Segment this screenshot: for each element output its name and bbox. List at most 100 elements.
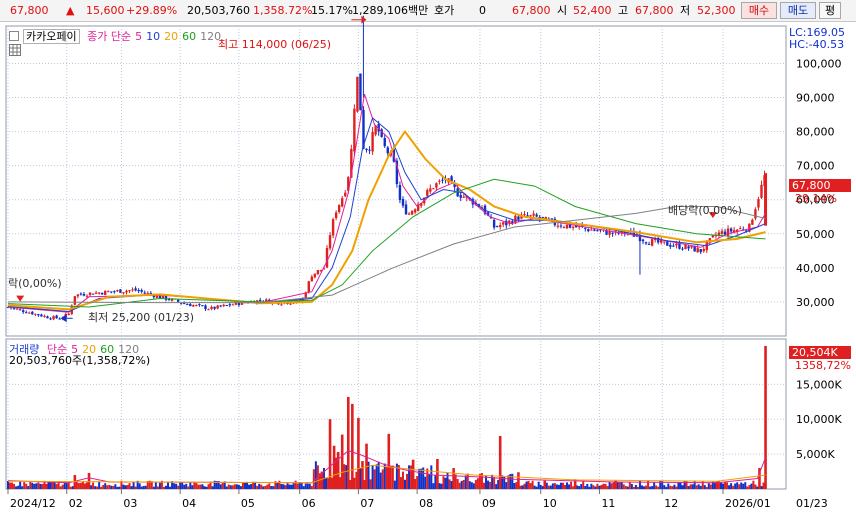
candle-down — [687, 246, 690, 249]
volume-bar — [31, 482, 34, 489]
volume-bar — [185, 483, 188, 489]
volume-bar — [201, 484, 204, 489]
candle-up — [353, 108, 356, 152]
volume-bar — [667, 483, 670, 489]
volume-bar — [286, 483, 289, 489]
candle-down — [258, 299, 262, 301]
volume-bar — [128, 483, 131, 489]
volume-spike-bar — [436, 459, 439, 489]
volume-bar — [164, 485, 167, 489]
candle-down — [587, 229, 590, 232]
dividend-left-annotation: 락(0,00%) — [8, 277, 62, 290]
volume-bar — [645, 485, 648, 489]
volume-bar — [732, 485, 735, 489]
volume-bar — [375, 464, 378, 489]
volume-bar — [23, 482, 26, 489]
volume-bar — [726, 482, 729, 489]
volume-bar — [385, 466, 388, 489]
volume-bar — [118, 486, 121, 489]
volume-bar — [175, 483, 178, 489]
candle-up — [128, 290, 131, 292]
volume-bar — [537, 481, 540, 489]
volume-spike-bar — [387, 433, 391, 489]
volume-bar — [401, 471, 404, 489]
candle-up — [52, 316, 55, 320]
volume-bar — [312, 469, 315, 489]
candle-down — [113, 291, 116, 293]
volume-bar — [464, 475, 467, 489]
time-tick-label: 03 — [123, 497, 137, 510]
candle-down — [134, 288, 137, 291]
candle-up — [28, 312, 31, 314]
candle-up — [532, 213, 535, 216]
volume-bar — [432, 483, 435, 489]
x-tick-labels: 2024/12 02 03 04 05 06 07 08 09 10 11 12 2026/01 01/2… — [7, 489, 828, 510]
volume-bar — [61, 484, 64, 489]
volume-bar — [458, 482, 461, 489]
volume-bar — [304, 483, 307, 489]
volume-spike-bar — [328, 419, 332, 489]
volume-bar — [191, 485, 194, 489]
candle-down — [100, 292, 104, 295]
volume-bar — [205, 486, 208, 489]
volume-bar — [744, 482, 747, 489]
ma-period-60: 60 — [182, 30, 197, 43]
candle-up — [146, 292, 149, 294]
volume-bar — [527, 480, 530, 489]
volume-bar — [616, 482, 619, 489]
candle-up — [529, 215, 532, 217]
volume-bar — [491, 474, 494, 489]
volume-spike-bar — [543, 480, 547, 489]
candle-down — [31, 311, 34, 315]
volume-bar — [235, 484, 238, 489]
volume-bar — [604, 483, 607, 489]
candle-down — [55, 315, 58, 319]
volume-tick-label: 15,000K — [796, 378, 842, 391]
candle-up — [195, 304, 198, 306]
candle-down — [495, 226, 499, 228]
volume-tick-label: 5,000K — [796, 448, 835, 461]
price-legend: 카카오페이 종가 단순 5 10 20 60 120 — [9, 28, 225, 44]
candle-down — [596, 230, 599, 232]
volume-bar — [709, 484, 712, 489]
volume-bar — [598, 485, 601, 489]
candle-down — [21, 310, 25, 313]
volume-bar — [505, 482, 508, 489]
time-tick-label: 08 — [419, 497, 433, 510]
candle-up — [104, 290, 107, 296]
price-volume-chart[interactable]: 30,00040,00050,00060,00070,00080,00090,0… — [0, 0, 856, 512]
volume-bar — [177, 485, 180, 489]
volume-bar — [167, 482, 170, 489]
candle-down — [18, 309, 22, 311]
candle-up — [684, 244, 687, 250]
volume-bar — [355, 471, 358, 489]
candle-up — [720, 231, 724, 234]
price-tick-label: 70,000 — [796, 160, 835, 173]
candle-down — [46, 316, 49, 319]
volume-bar — [391, 465, 394, 489]
candle-down — [672, 245, 675, 247]
volume-bar — [456, 479, 459, 489]
volume-bar — [156, 486, 159, 489]
volume-bar — [21, 486, 24, 489]
candle-down — [669, 244, 672, 247]
chart-type-checkbox[interactable] — [9, 31, 19, 41]
volume-bar — [49, 482, 52, 489]
volume-tick-label: 10,000K — [796, 413, 842, 426]
grid-toggle-icon[interactable] — [9, 44, 21, 59]
price-tick-label: 80,000 — [796, 126, 835, 139]
candle-up — [426, 190, 429, 196]
candle-down — [404, 204, 408, 215]
volume-bar — [748, 485, 751, 489]
volume-bar — [628, 481, 631, 489]
candle-down — [225, 305, 228, 307]
volume-bar — [353, 477, 356, 489]
volume-bar — [173, 483, 176, 489]
time-tick-label: 2024/12 — [10, 497, 56, 510]
volume-bar — [369, 479, 372, 489]
volume-bar — [454, 474, 457, 489]
volume-bar — [124, 485, 127, 489]
volume-bar — [722, 483, 725, 489]
volume-bar — [555, 484, 558, 489]
volume-bar — [707, 483, 710, 489]
